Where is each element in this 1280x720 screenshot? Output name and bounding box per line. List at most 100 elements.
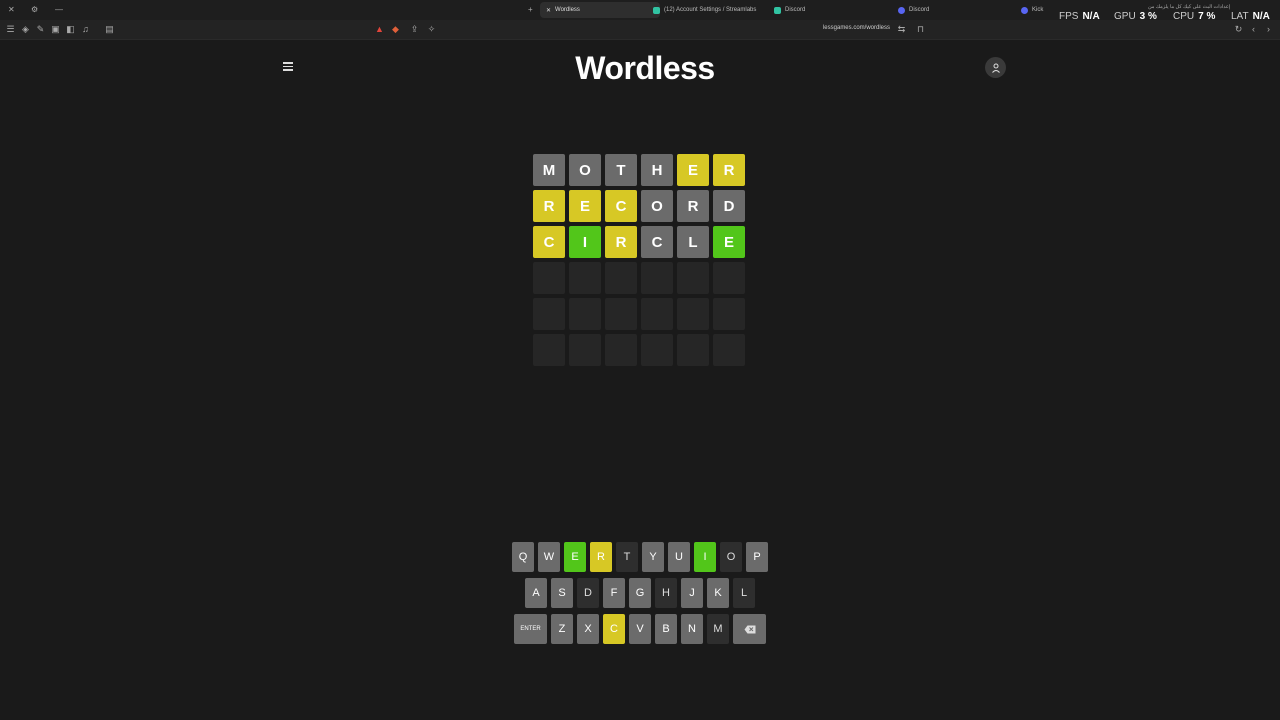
keyboard-row: ASDFGHJKL [0, 578, 1280, 608]
key-w[interactable]: W [538, 542, 560, 572]
tab-label: Kick [1032, 7, 1044, 13]
music-icon[interactable]: ♫ [80, 24, 91, 35]
new-tab-icon[interactable]: + [528, 5, 533, 14]
key-b[interactable]: B [655, 614, 677, 644]
reload-icon[interactable]: ↻ [1233, 24, 1244, 35]
board-tile: E [677, 154, 709, 186]
board-tile: E [713, 226, 745, 258]
board-tile: C [641, 226, 673, 258]
board-tile: R [533, 190, 565, 222]
tab-discord-2[interactable]: Discord [892, 2, 1012, 18]
browser-toolbar: ☰ ◈ ✎ ▣ ◧ ♫ ▤ ▲ ◆ ⇪ ✧ lessgames.com/word… [0, 20, 1280, 40]
minimize-icon[interactable]: — [55, 5, 63, 14]
tab-label: Wordless [555, 7, 580, 13]
key-t[interactable]: T [616, 542, 638, 572]
board-tile [641, 298, 673, 330]
tab-wordless[interactable]: ✕ Wordless [540, 2, 660, 18]
panel-icon[interactable]: ◧ [65, 24, 76, 35]
key-x[interactable]: X [577, 614, 599, 644]
pin-icon[interactable]: ✎ [35, 24, 46, 35]
keyboard-row: QWERTYUIOP [0, 542, 1280, 572]
backspace-icon [744, 625, 755, 633]
discord-icon [774, 6, 781, 14]
backspace-key[interactable] [733, 614, 766, 644]
board-tile [713, 298, 745, 330]
key-i[interactable]: I [694, 542, 716, 572]
keyboard-row: ENTER Z X C V B N M [0, 614, 1280, 644]
back-icon[interactable]: ‹ [1248, 24, 1259, 35]
board-tile: O [641, 190, 673, 222]
url-bar[interactable]: lessgames.com/wordless [760, 25, 890, 31]
tab-label: Discord [785, 7, 806, 13]
forward-icon[interactable]: › [1263, 24, 1274, 35]
board-tile [533, 334, 565, 366]
key-z[interactable]: Z [551, 614, 573, 644]
key-j[interactable]: J [681, 578, 703, 608]
enter-key[interactable]: ENTER [514, 614, 547, 644]
key-y[interactable]: Y [642, 542, 664, 572]
close-tab-icon[interactable]: ✕ [546, 7, 551, 14]
board-tile: I [569, 226, 601, 258]
overlay-note: إعدادات البث على كيك كل ما يلزمك من [1148, 4, 1231, 10]
bookmark-icon[interactable]: ⊓ [915, 24, 926, 35]
key-o[interactable]: O [720, 542, 742, 572]
key-e[interactable]: E [564, 542, 586, 572]
board-tile [605, 298, 637, 330]
tab-streamlabs[interactable]: (12) Account Settings / Streamlabs [647, 2, 767, 18]
brave-shield-icon[interactable]: ◆ [390, 24, 401, 35]
board-tile [677, 298, 709, 330]
key-c[interactable]: C [603, 614, 625, 644]
board-tile [713, 262, 745, 294]
window-icon[interactable]: ▣ [50, 24, 61, 35]
board-tile [533, 262, 565, 294]
tab-discord-1[interactable]: Discord [768, 2, 888, 18]
key-s[interactable]: S [551, 578, 573, 608]
key-u[interactable]: U [668, 542, 690, 572]
key-r[interactable]: R [590, 542, 612, 572]
board-tile [713, 334, 745, 366]
board-tile [533, 298, 565, 330]
key-k[interactable]: K [707, 578, 729, 608]
hamburger-icon[interactable] [280, 60, 296, 74]
key-p[interactable]: P [746, 542, 768, 572]
key-g[interactable]: G [629, 578, 651, 608]
key-l[interactable]: L [733, 578, 755, 608]
key-h[interactable]: H [655, 578, 677, 608]
sidebar-menu-icon[interactable]: ☰ [5, 24, 16, 35]
profile-button[interactable] [985, 57, 1006, 78]
key-v[interactable]: V [629, 614, 651, 644]
board-tile: D [713, 190, 745, 222]
on-screen-keyboard: Q W E R T Y U I O P A S D F G H J K L ENTER Z X C V B N M [0, 542, 1280, 650]
board-tile: C [533, 226, 565, 258]
translate-icon[interactable]: ⇆ [896, 24, 907, 35]
tab-grid-icon[interactable]: ▤ [104, 24, 115, 35]
board-tile: R [713, 154, 745, 186]
key-a[interactable]: A [525, 578, 547, 608]
board-tile [569, 262, 601, 294]
settings-icon[interactable]: ⚙ [31, 5, 38, 14]
warning-icon[interactable]: ▲ [374, 24, 385, 35]
user-icon [991, 63, 1000, 73]
kick-icon [1021, 6, 1028, 14]
tab-label: Discord [909, 7, 930, 13]
extension-icon[interactable]: ✧ [426, 24, 437, 35]
key-f[interactable]: F [603, 578, 625, 608]
key-n[interactable]: N [681, 614, 703, 644]
board-tile [605, 334, 637, 366]
key-q[interactable]: Q [512, 542, 534, 572]
page-title: Wordless [575, 50, 715, 86]
key-m[interactable]: M [707, 614, 729, 644]
share-icon[interactable]: ⇪ [409, 24, 420, 35]
close-window-icon[interactable]: ✕ [8, 5, 15, 14]
board-tile: T [605, 154, 637, 186]
board-tile [677, 334, 709, 366]
board-tile [569, 334, 601, 366]
key-d[interactable]: D [577, 578, 599, 608]
board-tile: H [641, 154, 673, 186]
board-tile: E [569, 190, 601, 222]
tab-label: (12) Account Settings / Streamlabs [664, 7, 757, 13]
tab-kick[interactable]: Kick [1015, 2, 1065, 18]
board-tile [641, 334, 673, 366]
streamlabs-icon [653, 6, 660, 14]
shield-icon[interactable]: ◈ [20, 24, 31, 35]
